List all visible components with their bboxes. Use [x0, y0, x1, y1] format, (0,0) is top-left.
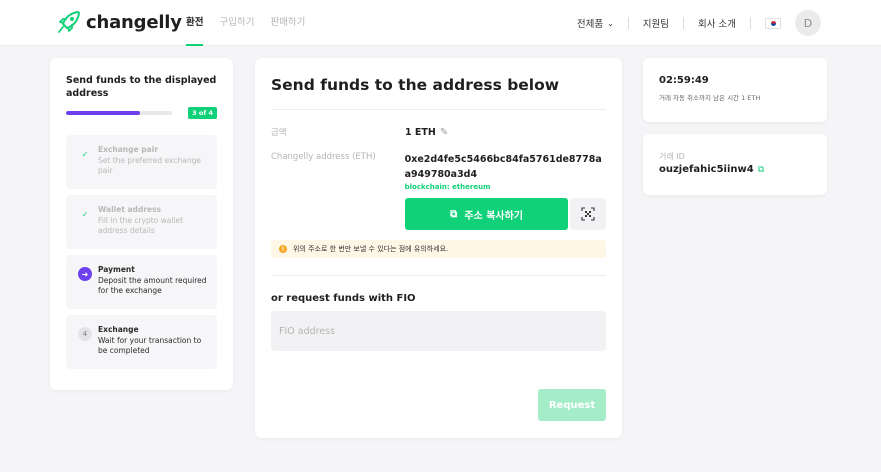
transaction-id-value: ouzjefahic5iinw4	[659, 164, 754, 175]
sidebar-title: Send funds to the displayed address	[66, 75, 217, 99]
chevron-down-icon: ⌄	[607, 18, 614, 28]
qr-code-icon	[581, 207, 595, 221]
step-counter-badge: 3 of 4	[188, 107, 217, 119]
warning-text: 위의 주소로 한 번만 보낼 수 있다는 점에 유의하세요.	[293, 245, 449, 253]
divider	[271, 275, 606, 276]
header-divider	[750, 17, 751, 29]
checkmark-icon: ✓	[81, 209, 89, 219]
transaction-id-label: 거래 ID	[659, 152, 685, 161]
progress-bar	[66, 111, 172, 115]
step-description: Set the preferred exchange pair	[98, 156, 201, 175]
support-link[interactable]: 지원팀	[643, 16, 669, 30]
nav-buy[interactable]: 구입하기	[219, 0, 254, 46]
step-description: Fill in the crypto wallet address detail…	[98, 216, 184, 235]
products-label: 전제품	[576, 19, 604, 30]
countdown-timer: 02:59:49	[659, 75, 709, 86]
address-actions: ⧉ 주소 복사하기	[405, 198, 606, 230]
request-button[interactable]: Request	[538, 389, 606, 421]
step-title: Wallet address	[98, 205, 162, 214]
products-dropdown[interactable]: 전제품 ⌄	[576, 16, 614, 31]
amount-value: 1 ETH	[405, 126, 436, 138]
step-description: Deposit the amount required for the exch…	[98, 276, 207, 295]
main-nav: 환전 구입하기 판매하기	[186, 0, 321, 46]
fio-title: or request funds with FIO	[271, 293, 416, 304]
amount-row: 금액 1 ETH ✎	[271, 126, 606, 139]
amount-value-group: 1 ETH ✎	[405, 126, 448, 138]
korea-flag-icon[interactable]	[765, 17, 781, 29]
step-exchange-pair[interactable]: ✓ Exchange pair Set the preferred exchan…	[66, 135, 217, 189]
top-header: changelly 환전 구입하기 판매하기 전제품 ⌄ 지원팀 회사 소개 D	[0, 0, 881, 46]
divider	[271, 109, 606, 110]
header-actions: 전제품 ⌄ 지원팀 회사 소개 D	[563, 0, 821, 46]
amount-label: 금액	[271, 128, 287, 138]
warning-icon: !	[279, 245, 287, 253]
copy-icon[interactable]: ⧉	[758, 165, 764, 175]
step-title: Payment	[98, 265, 135, 274]
fio-address-input[interactable]	[271, 311, 606, 351]
send-funds-panel: Send funds to the address below 금액 1 ETH…	[255, 58, 622, 438]
address-label: Changelly address (ETH)	[271, 152, 376, 162]
blockchain-label: blockchain: ethereum	[404, 183, 491, 191]
copy-address-button[interactable]: ⧉ 주소 복사하기	[405, 198, 569, 230]
progress-row: 3 of 4	[66, 107, 217, 119]
step-title: Exchange pair	[98, 145, 158, 154]
warning-banner: ! 위의 주소로 한 번만 보낼 수 있다는 점에 유의하세요.	[271, 240, 606, 258]
address-block: 0xe2d4fe5c5466bc84fa5761de8778aa949780a3…	[405, 152, 606, 191]
nav-sell[interactable]: 판매하기	[270, 0, 305, 46]
step-exchange: 4 Exchange Wait for your transaction to …	[66, 315, 217, 369]
rocket-logo-icon	[58, 11, 80, 33]
progress-bar-fill	[66, 111, 141, 115]
arrow-right-icon: ➜	[78, 267, 92, 281]
brand-logo[interactable]: changelly	[56, 9, 182, 35]
qr-code-button[interactable]	[570, 198, 606, 230]
steps-list: ✓ Exchange pair Set the preferred exchan…	[66, 135, 217, 369]
header-divider	[627, 17, 629, 29]
nav-exchange[interactable]: 환전	[186, 0, 204, 46]
step-title: Exchange	[98, 325, 139, 334]
timer-label: 거래 자동 취소까지 남은 시간 1 ETH	[659, 94, 761, 102]
address-row: Changelly address (ETH) 0xe2d4fe5c5466bc…	[271, 152, 606, 191]
transaction-id-card: 거래 ID ouzjefahic5iinw4 ⧉	[643, 134, 827, 195]
timer-card: 02:59:49 거래 자동 취소까지 남은 시간 1 ETH	[643, 58, 827, 122]
page-title: Send funds to the address below	[271, 76, 560, 94]
copy-icon: ⧉	[450, 208, 458, 220]
step-number: 4	[78, 327, 92, 341]
about-link[interactable]: 회사 소개	[698, 16, 736, 30]
header-divider	[683, 17, 685, 29]
step-payment: ➜ Payment Deposit the amount required fo…	[66, 255, 217, 309]
copy-address-label: 주소 복사하기	[464, 210, 523, 222]
avatar[interactable]: D	[795, 10, 821, 36]
edit-pencil-icon[interactable]: ✎	[440, 127, 448, 138]
deposit-address[interactable]: 0xe2d4fe5c5466bc84fa5761de8778aa949780a3…	[405, 152, 606, 182]
checkmark-icon: ✓	[81, 149, 89, 159]
brand-name: changelly	[86, 11, 182, 33]
step-description: Wait for your transaction to be complete…	[98, 336, 202, 355]
progress-sidebar: Send funds to the displayed address 3 of…	[50, 58, 233, 390]
step-wallet-address[interactable]: ✓ Wallet address Fill in the crypto wall…	[66, 195, 217, 249]
transaction-id-row: ouzjefahic5iinw4 ⧉	[659, 164, 811, 175]
